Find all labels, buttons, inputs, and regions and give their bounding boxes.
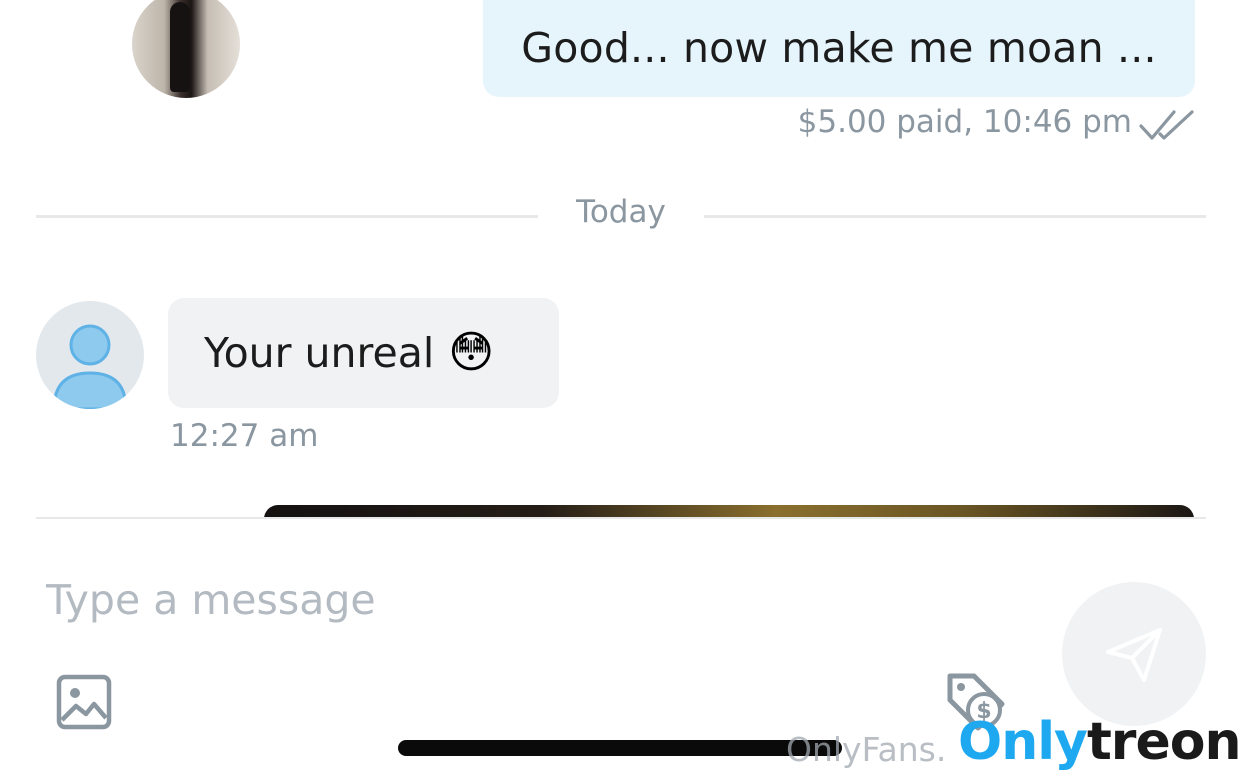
watermark-brand-treon: treon <box>1086 712 1242 772</box>
outgoing-message-meta: $5.00 paid, 10:46 pm <box>797 104 1132 140</box>
onlytreon-watermark: Onlytreon <box>958 712 1242 772</box>
double-check-icon <box>1139 110 1194 140</box>
date-divider-label: Today <box>576 194 666 230</box>
watermark-brand-only: Only <box>958 712 1088 772</box>
user-placeholder-icon <box>52 324 128 409</box>
onlyfans-watermark: OnlyFans. <box>786 730 947 769</box>
incoming-message-bubble[interactable]: Your unreal 😳 <box>168 298 559 408</box>
fan-avatar[interactable] <box>36 301 144 409</box>
home-indicator <box>398 740 842 756</box>
sender-avatar[interactable] <box>132 0 240 98</box>
avatar-photo-figure <box>170 2 190 92</box>
divider-left <box>36 215 538 218</box>
outgoing-message-text: Good... now make me moan ... <box>521 23 1157 72</box>
outgoing-message-bubble[interactable]: Good... now make me moan ... <box>483 0 1195 97</box>
incoming-message-text: Your unreal <box>204 329 435 377</box>
send-button[interactable] <box>1062 582 1206 726</box>
composer-divider <box>36 517 1206 519</box>
message-input[interactable] <box>46 568 1006 632</box>
image-icon[interactable] <box>56 674 112 730</box>
flushed-face-emoji: 😳 <box>448 327 495 378</box>
incoming-message-time: 12:27 am <box>170 418 319 454</box>
divider-right <box>704 215 1206 218</box>
send-icon <box>1106 628 1162 682</box>
